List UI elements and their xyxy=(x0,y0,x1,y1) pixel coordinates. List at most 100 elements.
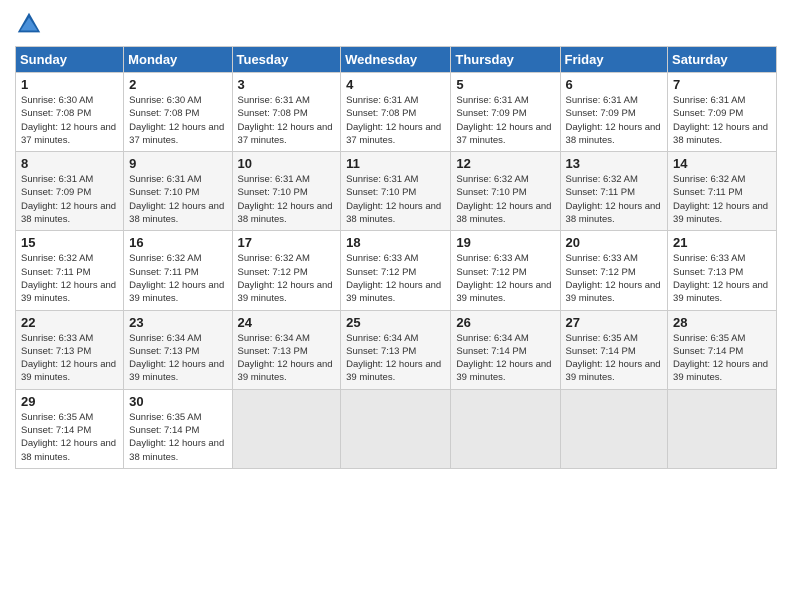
day-number: 14 xyxy=(673,156,771,171)
day-number: 11 xyxy=(346,156,445,171)
day-info: Sunrise: 6:35 AMSunset: 7:14 PMDaylight:… xyxy=(129,412,224,463)
day-cell: 27 Sunrise: 6:35 AMSunset: 7:14 PMDaylig… xyxy=(560,310,668,389)
day-info: Sunrise: 6:30 AMSunset: 7:08 PMDaylight:… xyxy=(21,95,116,146)
day-number: 7 xyxy=(673,77,771,92)
day-cell: 30 Sunrise: 6:35 AMSunset: 7:14 PMDaylig… xyxy=(124,389,232,468)
day-info: Sunrise: 6:34 AMSunset: 7:14 PMDaylight:… xyxy=(456,333,551,384)
day-info: Sunrise: 6:32 AMSunset: 7:11 PMDaylight:… xyxy=(21,253,116,304)
day-info: Sunrise: 6:31 AMSunset: 7:08 PMDaylight:… xyxy=(238,95,333,146)
day-info: Sunrise: 6:30 AMSunset: 7:08 PMDaylight:… xyxy=(129,95,224,146)
day-cell: 11 Sunrise: 6:31 AMSunset: 7:10 PMDaylig… xyxy=(341,152,451,231)
day-number: 1 xyxy=(21,77,118,92)
day-cell: 29 Sunrise: 6:35 AMSunset: 7:14 PMDaylig… xyxy=(16,389,124,468)
day-number: 27 xyxy=(566,315,663,330)
day-info: Sunrise: 6:32 AMSunset: 7:11 PMDaylight:… xyxy=(566,174,661,225)
week-row-3: 15 Sunrise: 6:32 AMSunset: 7:11 PMDaylig… xyxy=(16,231,777,310)
day-number: 23 xyxy=(129,315,226,330)
day-number: 13 xyxy=(566,156,663,171)
day-info: Sunrise: 6:32 AMSunset: 7:11 PMDaylight:… xyxy=(129,253,224,304)
day-number: 24 xyxy=(238,315,336,330)
day-cell: 20 Sunrise: 6:33 AMSunset: 7:12 PMDaylig… xyxy=(560,231,668,310)
day-cell: 14 Sunrise: 6:32 AMSunset: 7:11 PMDaylig… xyxy=(668,152,777,231)
day-number: 15 xyxy=(21,235,118,250)
day-info: Sunrise: 6:31 AMSunset: 7:10 PMDaylight:… xyxy=(129,174,224,225)
day-info: Sunrise: 6:35 AMSunset: 7:14 PMDaylight:… xyxy=(673,333,768,384)
day-info: Sunrise: 6:31 AMSunset: 7:10 PMDaylight:… xyxy=(346,174,441,225)
day-cell: 1 Sunrise: 6:30 AMSunset: 7:08 PMDayligh… xyxy=(16,73,124,152)
day-info: Sunrise: 6:31 AMSunset: 7:08 PMDaylight:… xyxy=(346,95,441,146)
day-info: Sunrise: 6:35 AMSunset: 7:14 PMDaylight:… xyxy=(566,333,661,384)
weekday-header-monday: Monday xyxy=(124,47,232,73)
day-number: 17 xyxy=(238,235,336,250)
day-cell xyxy=(668,389,777,468)
day-info: Sunrise: 6:33 AMSunset: 7:13 PMDaylight:… xyxy=(673,253,768,304)
weekday-header-row: SundayMondayTuesdayWednesdayThursdayFrid… xyxy=(16,47,777,73)
day-cell: 16 Sunrise: 6:32 AMSunset: 7:11 PMDaylig… xyxy=(124,231,232,310)
weekday-header-friday: Friday xyxy=(560,47,668,73)
day-number: 16 xyxy=(129,235,226,250)
day-cell: 18 Sunrise: 6:33 AMSunset: 7:12 PMDaylig… xyxy=(341,231,451,310)
day-number: 12 xyxy=(456,156,554,171)
day-cell xyxy=(341,389,451,468)
weekday-header-wednesday: Wednesday xyxy=(341,47,451,73)
day-number: 29 xyxy=(21,394,118,409)
day-cell: 9 Sunrise: 6:31 AMSunset: 7:10 PMDayligh… xyxy=(124,152,232,231)
day-cell: 13 Sunrise: 6:32 AMSunset: 7:11 PMDaylig… xyxy=(560,152,668,231)
day-number: 30 xyxy=(129,394,226,409)
day-info: Sunrise: 6:31 AMSunset: 7:09 PMDaylight:… xyxy=(566,95,661,146)
day-number: 18 xyxy=(346,235,445,250)
day-cell xyxy=(451,389,560,468)
header xyxy=(15,10,777,38)
weekday-header-sunday: Sunday xyxy=(16,47,124,73)
week-row-5: 29 Sunrise: 6:35 AMSunset: 7:14 PMDaylig… xyxy=(16,389,777,468)
logo xyxy=(15,10,47,38)
day-number: 26 xyxy=(456,315,554,330)
day-info: Sunrise: 6:34 AMSunset: 7:13 PMDaylight:… xyxy=(129,333,224,384)
day-info: Sunrise: 6:31 AMSunset: 7:10 PMDaylight:… xyxy=(238,174,333,225)
day-number: 19 xyxy=(456,235,554,250)
day-cell xyxy=(232,389,341,468)
week-row-2: 8 Sunrise: 6:31 AMSunset: 7:09 PMDayligh… xyxy=(16,152,777,231)
day-number: 3 xyxy=(238,77,336,92)
weekday-header-tuesday: Tuesday xyxy=(232,47,341,73)
day-cell: 22 Sunrise: 6:33 AMSunset: 7:13 PMDaylig… xyxy=(16,310,124,389)
day-info: Sunrise: 6:33 AMSunset: 7:12 PMDaylight:… xyxy=(346,253,441,304)
page: SundayMondayTuesdayWednesdayThursdayFrid… xyxy=(0,0,792,612)
day-cell: 24 Sunrise: 6:34 AMSunset: 7:13 PMDaylig… xyxy=(232,310,341,389)
day-info: Sunrise: 6:32 AMSunset: 7:11 PMDaylight:… xyxy=(673,174,768,225)
day-info: Sunrise: 6:32 AMSunset: 7:12 PMDaylight:… xyxy=(238,253,333,304)
day-cell: 10 Sunrise: 6:31 AMSunset: 7:10 PMDaylig… xyxy=(232,152,341,231)
day-cell: 26 Sunrise: 6:34 AMSunset: 7:14 PMDaylig… xyxy=(451,310,560,389)
day-cell: 5 Sunrise: 6:31 AMSunset: 7:09 PMDayligh… xyxy=(451,73,560,152)
calendar: SundayMondayTuesdayWednesdayThursdayFrid… xyxy=(15,46,777,469)
day-cell: 25 Sunrise: 6:34 AMSunset: 7:13 PMDaylig… xyxy=(341,310,451,389)
day-cell: 6 Sunrise: 6:31 AMSunset: 7:09 PMDayligh… xyxy=(560,73,668,152)
weekday-header-saturday: Saturday xyxy=(668,47,777,73)
day-number: 22 xyxy=(21,315,118,330)
day-info: Sunrise: 6:31 AMSunset: 7:09 PMDaylight:… xyxy=(21,174,116,225)
day-info: Sunrise: 6:33 AMSunset: 7:12 PMDaylight:… xyxy=(456,253,551,304)
day-cell: 23 Sunrise: 6:34 AMSunset: 7:13 PMDaylig… xyxy=(124,310,232,389)
day-number: 5 xyxy=(456,77,554,92)
day-info: Sunrise: 6:33 AMSunset: 7:13 PMDaylight:… xyxy=(21,333,116,384)
day-info: Sunrise: 6:31 AMSunset: 7:09 PMDaylight:… xyxy=(673,95,768,146)
day-number: 28 xyxy=(673,315,771,330)
day-cell: 8 Sunrise: 6:31 AMSunset: 7:09 PMDayligh… xyxy=(16,152,124,231)
day-info: Sunrise: 6:33 AMSunset: 7:12 PMDaylight:… xyxy=(566,253,661,304)
day-number: 6 xyxy=(566,77,663,92)
day-number: 8 xyxy=(21,156,118,171)
day-number: 2 xyxy=(129,77,226,92)
day-number: 20 xyxy=(566,235,663,250)
day-number: 25 xyxy=(346,315,445,330)
day-cell: 12 Sunrise: 6:32 AMSunset: 7:10 PMDaylig… xyxy=(451,152,560,231)
week-row-1: 1 Sunrise: 6:30 AMSunset: 7:08 PMDayligh… xyxy=(16,73,777,152)
day-cell: 7 Sunrise: 6:31 AMSunset: 7:09 PMDayligh… xyxy=(668,73,777,152)
weekday-header-thursday: Thursday xyxy=(451,47,560,73)
day-cell: 28 Sunrise: 6:35 AMSunset: 7:14 PMDaylig… xyxy=(668,310,777,389)
day-info: Sunrise: 6:31 AMSunset: 7:09 PMDaylight:… xyxy=(456,95,551,146)
day-info: Sunrise: 6:34 AMSunset: 7:13 PMDaylight:… xyxy=(238,333,333,384)
week-row-4: 22 Sunrise: 6:33 AMSunset: 7:13 PMDaylig… xyxy=(16,310,777,389)
day-cell: 17 Sunrise: 6:32 AMSunset: 7:12 PMDaylig… xyxy=(232,231,341,310)
day-cell: 3 Sunrise: 6:31 AMSunset: 7:08 PMDayligh… xyxy=(232,73,341,152)
day-info: Sunrise: 6:34 AMSunset: 7:13 PMDaylight:… xyxy=(346,333,441,384)
